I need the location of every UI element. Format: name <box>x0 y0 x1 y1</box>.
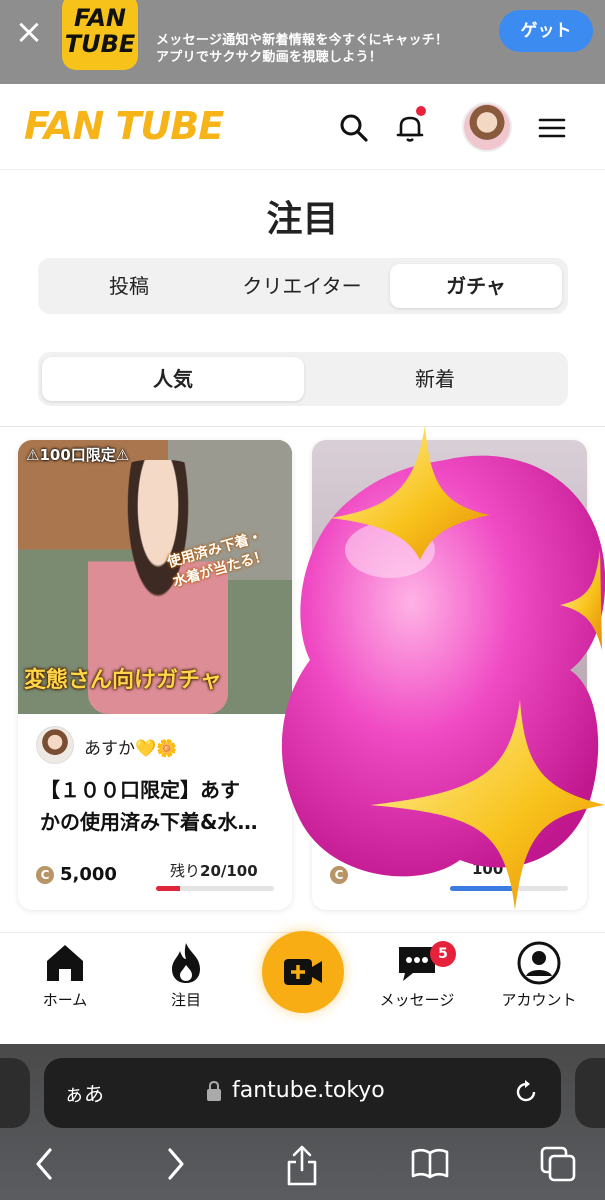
url-text[interactable]: fantube.tokyo <box>232 1078 385 1103</box>
bell-icon[interactable] <box>392 106 428 146</box>
card-title[interactable]: 【１００口限定】あす かの使用済み下着&水… <box>40 774 280 838</box>
nav-home-label: ホーム <box>42 991 88 1009</box>
close-banner-button[interactable]: × <box>14 12 44 52</box>
card-title-line-2: かの使用済み下着&水… <box>40 810 258 834</box>
nav-messages[interactable]: 5 メッセージ <box>362 941 472 1010</box>
get-app-button[interactable]: ゲット <box>499 10 593 52</box>
sparkle-heart-sticker <box>270 420 605 920</box>
home-icon <box>47 945 83 981</box>
progress-fill <box>156 886 180 891</box>
coin-icon: C <box>36 866 54 884</box>
video-add-icon <box>284 959 322 985</box>
forward-icon[interactable] <box>160 1144 190 1184</box>
primary-tabs: 投稿 クリエイター ガチャ <box>38 258 568 314</box>
nav-messages-label: メッセージ <box>379 991 455 1009</box>
page-title: 注目 <box>266 199 339 240</box>
share-icon[interactable] <box>284 1144 320 1188</box>
app-banner: × FAN TUBE メッセージ通知や新着情報を今すぐにキャッチ！ アプリでサク… <box>0 0 605 84</box>
nav-trending-label: 注目 <box>170 991 201 1009</box>
bookmarks-icon[interactable] <box>410 1144 450 1184</box>
search-icon[interactable] <box>336 110 372 146</box>
site-header: FAN TUBE <box>0 84 605 170</box>
tabs-icon[interactable] <box>538 1144 578 1184</box>
app-logo-text-1: FAN <box>74 4 126 32</box>
remaining-label: 残り <box>170 862 201 880</box>
secondary-tabs: 人気 新着 <box>38 352 568 406</box>
price-value: 5,000 <box>60 864 117 885</box>
app-logo-text-2: TUBE <box>64 30 136 58</box>
address-bar[interactable]: ぁあ fantube.tokyo <box>44 1058 561 1128</box>
nav-account-label: アカウント <box>501 991 577 1009</box>
site-logo[interactable]: FAN TUBE <box>24 104 224 148</box>
app-logo: FAN TUBE <box>62 0 138 70</box>
remaining-count: 残り20/100 <box>170 860 258 881</box>
tab-posts[interactable]: 投稿 <box>44 264 214 308</box>
thumbnail-headline: 変態さん向けガチャ <box>24 668 222 693</box>
gacha-card[interactable]: ⚠100口限定⚠ 使用済み下着・ 水着が当たる！ 変態さん向けガチャ あすか💛🌼… <box>18 440 292 910</box>
price: C 5,000 <box>36 864 117 885</box>
tab-gacha[interactable]: ガチャ <box>390 264 562 308</box>
limited-badge: ⚠100口限定⚠ <box>26 446 130 464</box>
banner-message-line-2: アプリでサクサク動画を視聴しよう！ <box>156 50 383 65</box>
card-thumbnail[interactable]: ⚠100口限定⚠ 使用済み下着・ 水着が当たる！ 変態さん向けガチャ <box>18 440 292 714</box>
remaining-value: 20/100 <box>200 862 258 880</box>
account-icon <box>517 941 561 985</box>
banner-message-line-1: メッセージ通知や新着情報を今すぐにキャッチ！ <box>156 33 449 48</box>
tab-popular[interactable]: 人気 <box>42 357 304 401</box>
tab-creators[interactable]: クリエイター <box>216 264 388 308</box>
next-tab-preview[interactable] <box>575 1058 605 1128</box>
notification-dot <box>416 106 426 116</box>
reload-icon[interactable] <box>512 1078 540 1106</box>
creator-name[interactable]: あすか💛🌼 <box>84 734 177 759</box>
message-count-badge: 5 <box>430 941 456 967</box>
user-avatar[interactable] <box>462 102 512 152</box>
nav-trending[interactable]: 注目 <box>131 941 241 1010</box>
menu-icon[interactable] <box>536 110 572 146</box>
previous-tab-preview[interactable] <box>0 1058 30 1128</box>
remaining-progress-bar <box>156 886 274 891</box>
banner-message: メッセージ通知や新着情報を今すぐにキャッチ！ アプリでサクサク動画を視聴しよう！ <box>156 32 448 66</box>
tab-new[interactable]: 新着 <box>306 357 564 401</box>
back-icon[interactable] <box>30 1144 60 1184</box>
nav-account[interactable]: アカウント <box>484 941 594 1010</box>
card-title-line-1: 【１００口限定】あす <box>40 778 240 802</box>
reader-options-button[interactable]: ぁあ <box>64 1078 104 1107</box>
create-video-button[interactable] <box>262 931 344 1013</box>
flame-icon <box>172 943 200 983</box>
browser-toolbar: ぁあ fantube.tokyo <box>0 1044 605 1200</box>
bottom-navigation: ホーム 注目 5 メッセージ アカウント <box>0 931 605 1044</box>
creator-avatar[interactable] <box>36 726 74 764</box>
nav-home[interactable]: ホーム <box>10 941 120 1010</box>
lock-icon <box>207 1080 221 1101</box>
